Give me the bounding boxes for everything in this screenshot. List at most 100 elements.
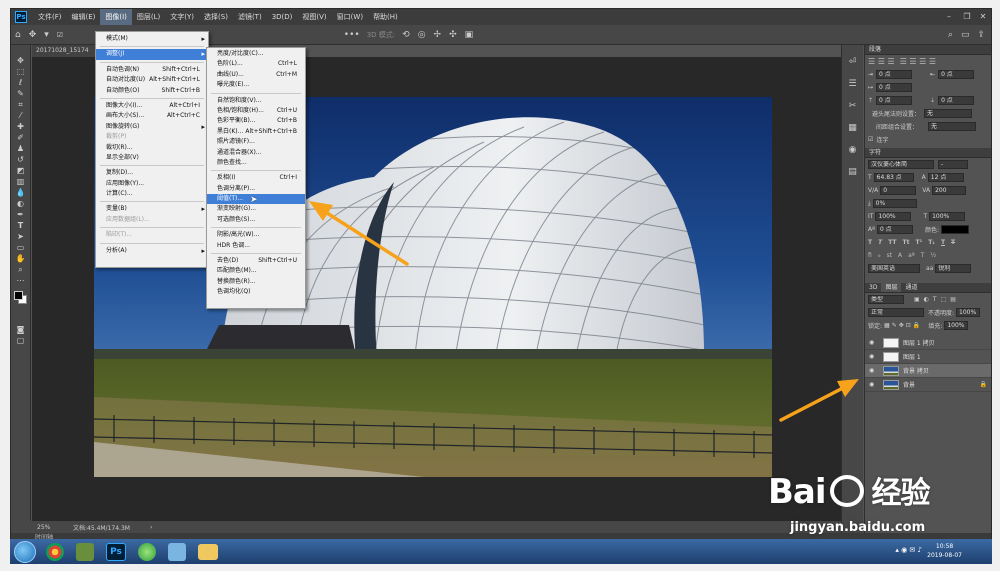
adjust-menu-item[interactable]: 色彩平衡(B)... Ctrl+B (207, 116, 305, 126)
image-menu-item[interactable]: 自动颜色(O) Shift+Ctrl+B (96, 86, 208, 96)
image-menu-item[interactable]: 调整(J) (96, 49, 208, 60)
visibility-eye-icon[interactable]: ◉ (869, 339, 879, 346)
adjust-menu-item[interactable]: 渐变映射(G)... (207, 204, 305, 214)
menu-9[interactable]: 窗口(W) (332, 9, 368, 25)
image-menu-item[interactable]: 图像大小(I)... Alt+Ctrl+I (96, 101, 208, 111)
titling-icon[interactable]: T (921, 252, 925, 259)
marquee-tool-icon[interactable]: ⬚ (14, 66, 28, 77)
checkbox-icon[interactable]: ☑ (57, 31, 63, 39)
adjust-menu-item[interactable]: 色阶(L)... Ctrl+L (207, 59, 305, 69)
document-tab[interactable]: 20171028_15174 (32, 45, 102, 57)
history-panel-icon[interactable]: ⏎ (849, 57, 857, 67)
restore-icon[interactable]: ❐ (959, 9, 975, 25)
image-menu-item[interactable]: 计算(C)... (96, 189, 208, 199)
font-family-select[interactable]: 汉仪菱心体简 (868, 160, 934, 169)
filter-shape-icon[interactable]: ⬚ (941, 296, 947, 303)
image-menu-item[interactable]: 应用图像(Y)... (96, 179, 208, 189)
adjust-menu-item[interactable]: 照片滤镜(F)... (207, 137, 305, 147)
leading-input[interactable]: 12 点 (927, 173, 964, 182)
menu-0[interactable]: 文件(F) (33, 9, 67, 25)
folder-icon[interactable] (198, 543, 218, 560)
lock-pixels-icon[interactable]: ▦ (884, 322, 890, 329)
paragraph-panel-tab[interactable]: 段落 (865, 45, 991, 55)
adjust-menu-item[interactable]: HDR 色调... (207, 241, 305, 251)
minimize-icon[interactable]: – (941, 9, 957, 25)
tracking-input[interactable]: 200 (932, 186, 967, 195)
shape-tool-icon[interactable]: ▭ (14, 242, 28, 253)
spacing-set-select[interactable]: 无 (928, 122, 976, 131)
share-icon[interactable]: ⇪ (977, 30, 985, 40)
3d-rotate-icon[interactable]: ⟲ (402, 30, 410, 40)
adjust-menu-item[interactable]: 去色(D) Shift+Ctrl+U (207, 256, 305, 266)
foreground-color-swatch[interactable] (14, 291, 23, 300)
indent-left-input[interactable]: 0 点 (876, 70, 913, 79)
control-panel-icon[interactable] (168, 542, 186, 561)
swash-icon[interactable]: st (887, 252, 892, 259)
screen-mode-icon[interactable]: ▢ (14, 335, 28, 346)
move-tool-icon[interactable]: ✥ (14, 55, 28, 66)
all-caps-icon[interactable]: TT (888, 239, 896, 246)
type-tool-icon[interactable]: T (14, 220, 28, 231)
crop-tool-icon[interactable]: ⌗ (14, 99, 28, 110)
layer-name[interactable]: 背景 (903, 380, 915, 389)
adjust-menu-item[interactable]: 色相/饱和度(H)... Ctrl+U (207, 106, 305, 116)
3d-roll-icon[interactable]: ◎ (418, 30, 426, 40)
dodge-tool-icon[interactable]: ◐ (14, 198, 28, 209)
workspace-icon[interactable]: ▭ (961, 30, 970, 40)
font-size-input[interactable]: 64.83 点 (873, 173, 914, 182)
first-line-indent-input[interactable]: 0 点 (876, 83, 913, 92)
quick-select-icon[interactable]: ✎ (14, 88, 28, 99)
adjustments-panel-icon[interactable]: ▤ (848, 167, 857, 177)
visibility-eye-icon[interactable]: ◉ (869, 353, 879, 360)
lock-artboard-icon[interactable]: ⊡ (906, 322, 911, 329)
properties-panel-icon[interactable]: ☰ (848, 79, 856, 89)
image-menu-item[interactable]: 复制(D)... (96, 168, 208, 178)
close-icon[interactable]: ✕ (975, 9, 991, 25)
image-menu-item[interactable]: 图像旋转(G) (96, 122, 208, 133)
text-color-swatch[interactable] (940, 225, 969, 234)
adjust-menu-item[interactable]: 替换颜色(R)... (207, 277, 305, 287)
strikethrough-icon[interactable]: T (951, 239, 955, 246)
layer-row[interactable]: ◉ 图层 1 拷贝 (865, 336, 991, 350)
chevron-right-icon[interactable]: › (150, 524, 152, 531)
menu-2[interactable]: 图像(I) (100, 9, 132, 25)
adjust-menu-item[interactable]: 曝光度(E)... (207, 80, 305, 90)
adjust-menu-item[interactable]: 可选颜色(S)... (207, 215, 305, 225)
justify-center-icon[interactable]: ☰ (909, 57, 916, 66)
faux-italic-icon[interactable]: T (878, 239, 882, 246)
underline-icon[interactable]: T (941, 239, 945, 246)
tab-layers[interactable]: 图层 (881, 283, 902, 292)
small-caps-icon[interactable]: Tt (903, 239, 910, 246)
image-menu-item[interactable]: 画布大小(S)... Alt+Ctrl+C (96, 111, 208, 121)
hand-tool-icon[interactable]: ✋ (14, 253, 28, 264)
image-menu-item[interactable]: 自动色调(N) Shift+Ctrl+L (96, 65, 208, 75)
adjust-menu-item[interactable]: 亮度/对比度(C)... (207, 49, 305, 59)
kinsoku-select[interactable]: 无 (924, 109, 972, 118)
hyphen-checkbox[interactable]: ☑ (868, 136, 873, 143)
menu-3[interactable]: 图层(L) (132, 9, 165, 25)
font-style-select[interactable]: - (938, 160, 968, 169)
character-panel-tab[interactable]: 字符 (865, 148, 991, 158)
ligature-icon[interactable]: fi (868, 252, 872, 259)
path-select-icon[interactable]: ➤ (14, 231, 28, 242)
layer-name[interactable]: 图层 1 (903, 352, 921, 361)
adjust-menu-item[interactable]: 自然饱和度(V)... (207, 96, 305, 106)
menu-1[interactable]: 编辑(E) (67, 9, 101, 25)
subscript-icon[interactable]: T₁ (928, 239, 935, 246)
ordinal-icon[interactable]: A (898, 252, 902, 259)
system-clock[interactable]: 10:58 2019-08-07 (927, 542, 962, 560)
chevron-down-icon[interactable]: ▾ (44, 30, 49, 40)
tools-panel-icon[interactable]: ✂ (849, 101, 857, 111)
adjust-menu-item[interactable]: 颜色查找... (207, 158, 305, 168)
image-menu-item[interactable]: 显示全部(V) (96, 153, 208, 163)
align-right-icon[interactable]: ☰ (887, 57, 894, 66)
layer-filter-select[interactable]: 类型 (868, 295, 904, 304)
menu-7[interactable]: 3D(D) (267, 9, 298, 25)
superscript-icon[interactable]: T¹ (915, 239, 922, 246)
lock-paint-icon[interactable]: ✎ (892, 322, 897, 329)
menu-10[interactable]: 帮助(H) (368, 9, 403, 25)
menu-4[interactable]: 文字(Y) (165, 9, 199, 25)
adjust-menu-item[interactable]: 黑白(K)... Alt+Shift+Ctrl+B (207, 127, 305, 137)
chrome-icon[interactable] (46, 542, 64, 561)
visibility-eye-icon[interactable]: ◉ (869, 381, 879, 388)
